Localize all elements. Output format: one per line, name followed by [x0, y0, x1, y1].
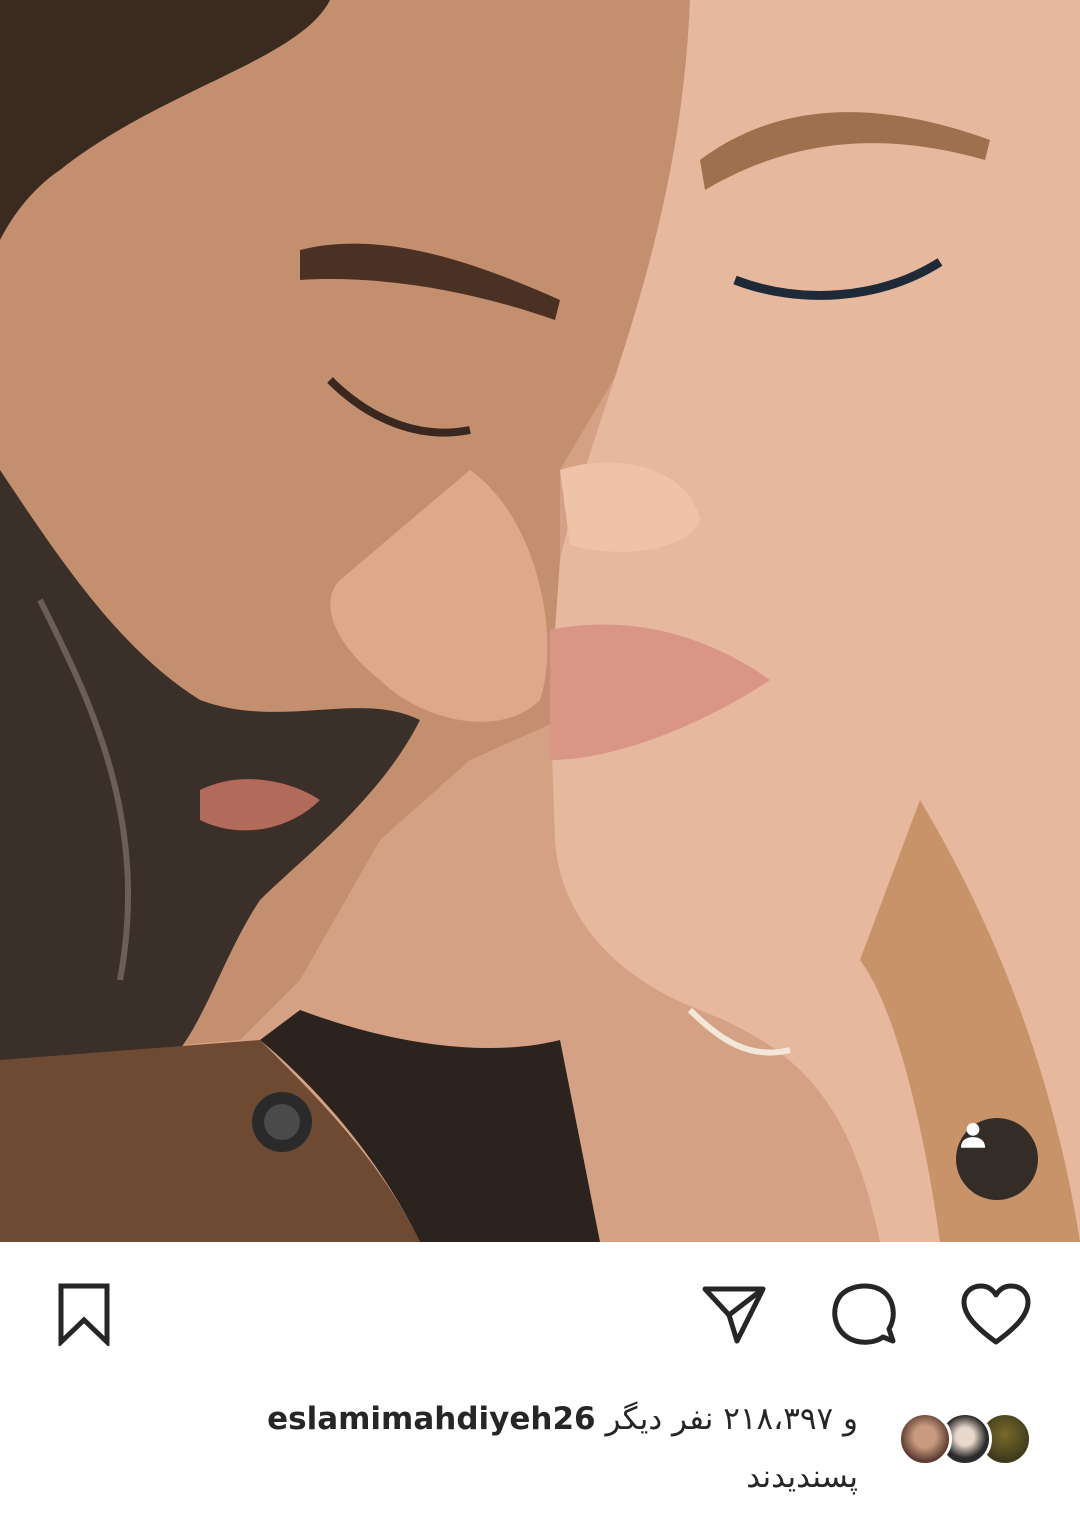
share-button[interactable] [698, 1278, 770, 1350]
post-photo[interactable] [0, 0, 1080, 1242]
comment-button[interactable] [828, 1278, 900, 1350]
save-button[interactable] [48, 1278, 120, 1350]
comment-icon [832, 1283, 896, 1345]
photo-illustration [0, 0, 1080, 1242]
likes-section: و ۲۱۸،۳۹۷ نفر دیگر eslamimahdiyeh26 پسند… [0, 1394, 1080, 1536]
liker-avatars[interactable] [892, 1412, 1032, 1470]
avatar [898, 1412, 952, 1466]
heart-icon [961, 1283, 1031, 1345]
like-button[interactable] [960, 1278, 1032, 1350]
likes-suffix: پسندیدند [746, 1459, 858, 1495]
send-icon [702, 1286, 766, 1344]
likes-count-text: و ۲۱۸،۳۹۷ نفر دیگر [605, 1401, 858, 1437]
liker-username[interactable]: eslamimahdiyeh26 [267, 1401, 596, 1437]
likes-text: و ۲۱۸،۳۹۷ نفر دیگر eslamimahdiyeh26 [267, 1394, 858, 1444]
tag-people-button[interactable] [956, 1118, 1038, 1200]
bookmark-icon [58, 1283, 110, 1346]
post-action-bar [0, 1242, 1080, 1382]
person-icon [960, 1122, 986, 1148]
